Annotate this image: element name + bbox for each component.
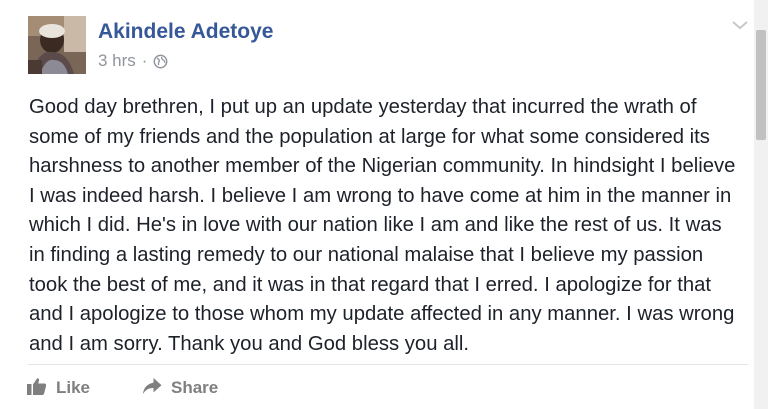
author-name[interactable]: Akindele Adetoye xyxy=(98,19,273,45)
share-arrow-icon xyxy=(142,377,171,400)
avatar[interactable] xyxy=(28,16,86,74)
globe-icon[interactable] xyxy=(153,54,168,69)
post-body-text: Good day brethren, I put up an update ye… xyxy=(29,96,736,355)
like-label: Like xyxy=(56,378,91,397)
meta-separator: · xyxy=(141,51,148,70)
thumbs-up-icon xyxy=(27,377,56,400)
timestamp[interactable]: 3 hrs xyxy=(98,51,136,71)
post-meta: 3 hrs · xyxy=(98,50,168,72)
actions-divider xyxy=(28,364,748,365)
share-button[interactable]: Share xyxy=(142,374,218,402)
scrollbar-thumb[interactable] xyxy=(756,30,766,140)
post-card: Akindele Adetoye 3 hrs · Good day brethr… xyxy=(0,0,768,409)
chevron-down-icon[interactable] xyxy=(729,16,751,34)
share-label: Share xyxy=(171,378,219,397)
like-button[interactable]: Like xyxy=(27,374,90,402)
